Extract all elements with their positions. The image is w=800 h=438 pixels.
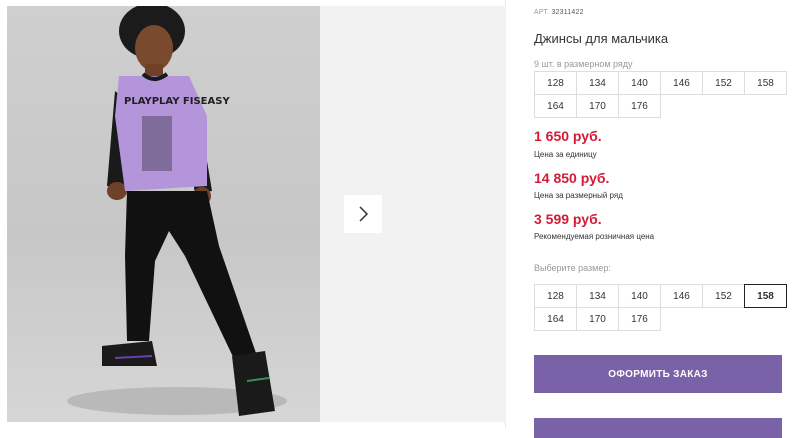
size-option[interactable]: 152 xyxy=(702,284,745,308)
size-option[interactable]: 128 xyxy=(534,284,577,308)
chevron-right-icon xyxy=(359,206,369,222)
article-label: АРТ. xyxy=(534,9,550,16)
size-option[interactable]: 134 xyxy=(576,284,619,308)
size-option[interactable]: 140 xyxy=(618,284,661,308)
size-select-grid: 128 134 140 146 152 158 164 170 176 xyxy=(534,284,787,331)
size-option[interactable]: 170 xyxy=(576,307,619,331)
size-cell: 152 xyxy=(702,71,745,95)
size-row-hint: 9 шт. в размерном ряду xyxy=(534,59,633,69)
row-price-label: Цена за размерный ряд xyxy=(534,191,623,200)
size-cell: 134 xyxy=(576,71,619,95)
unit-price: 1 650 руб. xyxy=(534,128,602,144)
next-photo-button[interactable] xyxy=(344,195,382,233)
size-cell: 146 xyxy=(660,71,703,95)
retail-price-label: Рекомендуемая розничная цена xyxy=(534,232,655,241)
shirt-print-text: PLAYPLAY FISEASY xyxy=(124,96,230,107)
size-cell: 164 xyxy=(534,94,577,118)
size-cell: 158 xyxy=(744,71,787,95)
size-option[interactable]: 164 xyxy=(534,307,577,331)
size-option[interactable]: 146 xyxy=(660,284,703,308)
product-title: Джинсы для мальчика xyxy=(534,31,669,46)
retail-price: 3 599 руб. xyxy=(534,211,602,227)
product-gallery: PLAYPLAY FISEASY xyxy=(0,0,506,428)
size-row-grid: 128 134 140 146 152 158 164 170 176 xyxy=(534,71,787,118)
product-photo[interactable]: PLAYPLAY FISEASY xyxy=(7,6,320,422)
size-cell: 128 xyxy=(534,71,577,95)
size-option[interactable]: 158 xyxy=(744,284,787,308)
size-cell: 170 xyxy=(576,94,619,118)
size-cell: 140 xyxy=(618,71,661,95)
order-button[interactable]: ОФОРМИТЬ ЗАКАЗ xyxy=(534,355,782,393)
row-price: 14 850 руб. xyxy=(534,170,610,186)
select-size-hint: Выберите размер: xyxy=(534,263,611,273)
article-number: АРТ. 32311422 xyxy=(534,9,584,16)
article-value: 32311422 xyxy=(551,9,584,16)
secondary-button[interactable] xyxy=(534,418,782,438)
size-option[interactable]: 176 xyxy=(618,307,661,331)
unit-price-label: Цена за единицу xyxy=(534,150,597,159)
size-cell: 176 xyxy=(618,94,661,118)
boy-in-jeans-illustration: PLAYPLAY FISEASY xyxy=(67,6,287,416)
